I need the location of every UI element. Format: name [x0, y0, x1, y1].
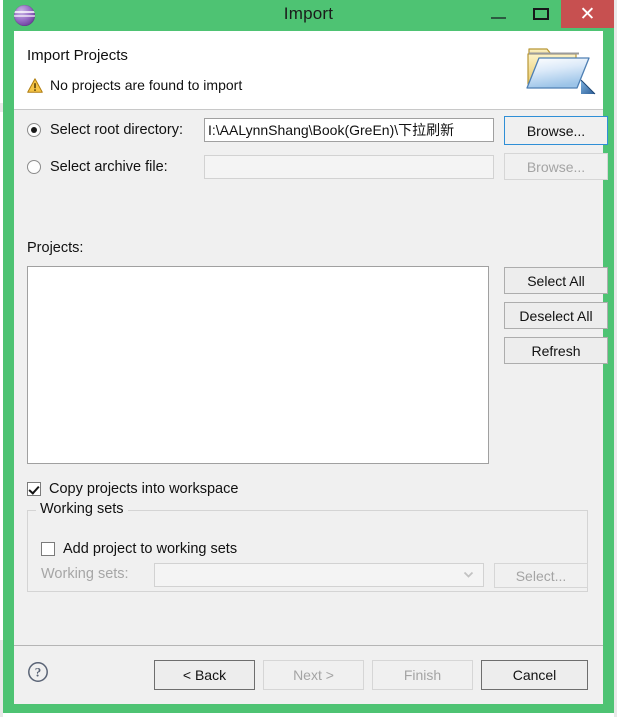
radio-archive-file-indicator[interactable] — [27, 160, 41, 174]
open-folder-icon — [526, 48, 596, 95]
refresh-button[interactable]: Refresh — [504, 337, 608, 364]
minimize-icon[interactable] — [477, 0, 520, 27]
import-dialog-window: Import ✕ Import Projects No projects are… — [3, 0, 614, 713]
desktop-backdrop: Import ✕ Import Projects No projects are… — [0, 0, 617, 717]
browse-archive-file-button[interactable]: Browse... — [504, 153, 608, 180]
dialog-footer: ? < Back Next > Finish Cancel — [14, 645, 603, 704]
page-title: Import Projects — [27, 47, 128, 64]
radio-root-directory-label: Select root directory: — [50, 122, 183, 138]
title-bar[interactable]: Import ✕ — [3, 0, 614, 31]
add-to-working-sets-checkbox[interactable]: Add project to working sets — [41, 541, 237, 557]
projects-label: Projects: — [27, 240, 84, 256]
radio-archive-file-label: Select archive file: — [50, 159, 168, 175]
add-to-working-sets-label: Add project to working sets — [63, 541, 238, 557]
dialog-header: Import Projects No projects are found to… — [14, 31, 603, 110]
close-glyph: ✕ — [579, 3, 596, 25]
add-to-working-sets-checkbox-indicator[interactable] — [41, 542, 55, 556]
archive-file-input[interactable] — [204, 155, 494, 179]
next-button[interactable]: Next > — [263, 660, 364, 690]
radio-root-directory[interactable]: Select root directory: — [27, 122, 183, 138]
back-button[interactable]: < Back — [154, 660, 255, 690]
working-sets-combo-label: Working sets: — [41, 566, 129, 582]
deselect-all-button[interactable]: Deselect All — [504, 302, 608, 329]
working-sets-combo[interactable] — [154, 563, 484, 587]
radio-root-directory-indicator[interactable] — [27, 123, 41, 137]
close-icon[interactable]: ✕ — [561, 0, 614, 28]
working-sets-select-button[interactable]: Select... — [494, 563, 588, 588]
projects-list[interactable] — [27, 266, 489, 464]
warning-triangle-icon — [27, 77, 43, 93]
dialog-body: Select root directory: I:\AALynnShang\Bo… — [14, 110, 608, 645]
svg-text:?: ? — [35, 665, 42, 680]
finish-button[interactable]: Finish — [372, 660, 473, 690]
help-question-icon[interactable]: ? — [27, 661, 49, 683]
header-message: No projects are found to import — [50, 77, 243, 93]
cancel-button[interactable]: Cancel — [481, 660, 588, 690]
copy-projects-label: Copy projects into workspace — [49, 481, 239, 497]
root-directory-input[interactable]: I:\AALynnShang\Book(GreEn)\下拉刷新 — [204, 118, 494, 142]
working-sets-group-label: Working sets — [36, 501, 128, 517]
chevron-down-icon — [463, 571, 474, 578]
copy-projects-checkbox[interactable]: Copy projects into workspace — [27, 481, 238, 497]
radio-archive-file[interactable]: Select archive file: — [27, 159, 168, 175]
browse-root-directory-button[interactable]: Browse... — [504, 116, 608, 145]
copy-projects-checkbox-indicator[interactable] — [27, 482, 41, 496]
select-all-button[interactable]: Select All — [504, 267, 608, 294]
dialog-client-area: Import Projects No projects are found to… — [14, 31, 608, 704]
header-message-row: No projects are found to import — [27, 77, 242, 93]
maximize-icon[interactable] — [520, 0, 563, 27]
